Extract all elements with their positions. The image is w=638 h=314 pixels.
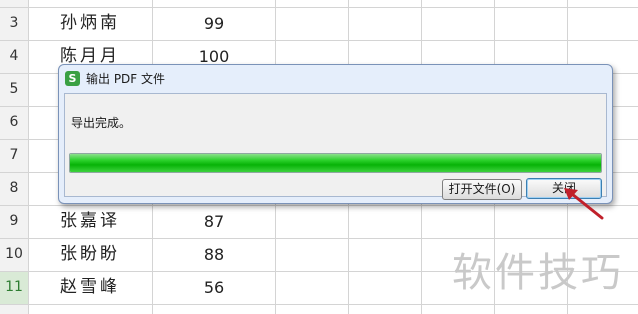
row-number[interactable]: 3 [0,7,28,40]
row-number[interactable]: 8 [0,172,28,205]
row-number[interactable]: 10 [0,238,28,271]
row-number[interactable]: 6 [0,106,28,139]
row-number[interactable]: 9 [0,205,28,238]
row-number[interactable]: 5 [0,73,28,106]
row-number[interactable]: 7 [0,139,28,172]
row-header-column: 3 4 5 6 7 8 9 10 11 [0,0,28,314]
row-number[interactable]: 4 [0,40,28,73]
score-cell[interactable]: 88 [153,238,275,271]
row-number-active[interactable]: 11 [0,271,28,304]
dialog-title: 输出 PDF 文件 [86,72,166,86]
name-cell[interactable]: 张嘉译 [28,205,152,238]
name-cell[interactable]: 赵雪峰 [28,271,152,304]
grid-line [0,304,638,305]
watermark-text: 软件技巧 [452,250,624,296]
pointer-arrow-icon [564,188,604,220]
open-file-button[interactable]: 打开文件(O) [442,179,522,200]
status-message: 导出完成。 [71,116,132,130]
name-cell[interactable]: 孙炳南 [28,7,152,40]
dialog-titlebar[interactable]: S 输出 PDF 文件 [59,65,612,91]
dialog-body: 导出完成。 打开文件(O) 关闭 [64,93,607,200]
score-cell[interactable]: 56 [153,271,275,304]
export-pdf-dialog: S 输出 PDF 文件 导出完成。 打开文件(O) 关闭 [58,64,613,204]
progress-bar [69,153,602,173]
name-cell[interactable]: 张盼盼 [28,238,152,271]
progress-fill [70,154,601,172]
wps-app-icon: S [65,71,80,86]
score-cell[interactable]: 87 [153,205,275,238]
score-cell[interactable]: 99 [153,7,275,40]
